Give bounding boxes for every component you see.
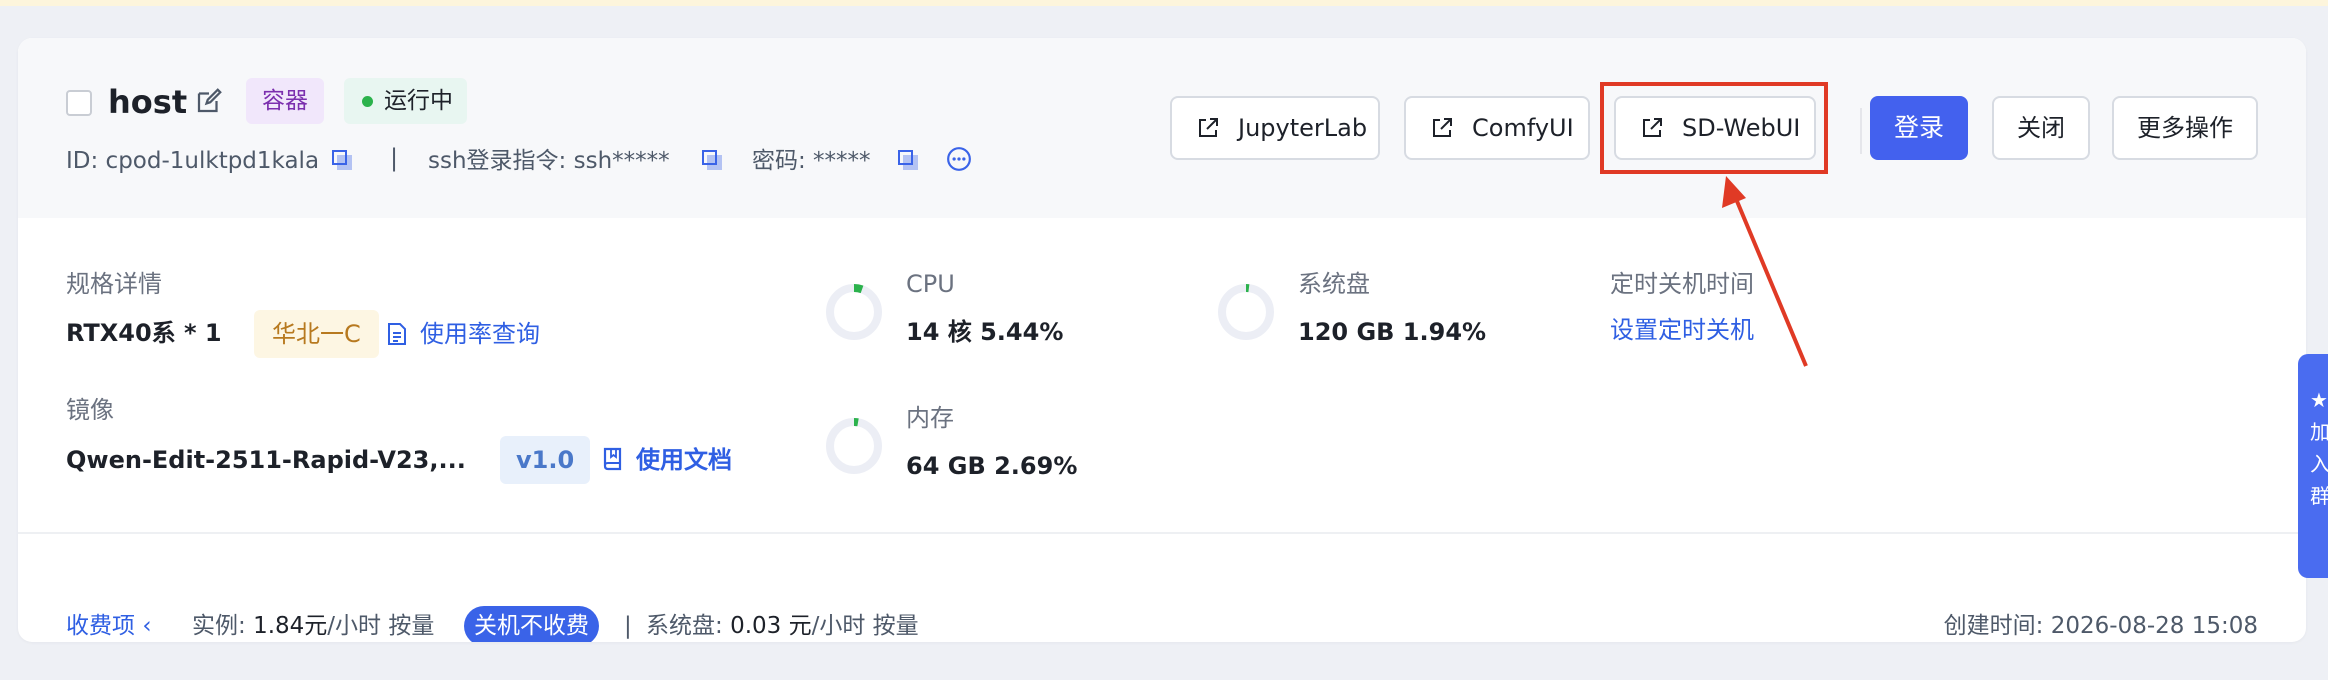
memory-label: 内存	[906, 404, 954, 432]
ssh-command: ssh登录指令: ssh*****	[428, 148, 670, 174]
instance-price-unit: /小时 按量	[327, 613, 435, 639]
billing-label: 收费项	[66, 613, 135, 639]
instance-price-value: 1.84元	[253, 613, 328, 639]
comfyui-label: ComfyUI	[1472, 114, 1574, 142]
image-label: 镜像	[66, 396, 114, 424]
schedule-shutdown-link[interactable]: 设置定时关机	[1610, 314, 1754, 346]
instance-price: 实例: 1.84元/小时 按量	[192, 610, 434, 642]
disk-price-label: 系统盘:	[646, 613, 723, 639]
close-button[interactable]: 关闭	[1992, 96, 2090, 160]
jupyterlab-button[interactable]: JupyterLab	[1170, 96, 1380, 160]
disk-value: 120 GB 1.94%	[1298, 318, 1487, 346]
chevron-left-icon: ‹	[142, 613, 152, 639]
disk-price: 系统盘: 0.03 元/小时 按量	[646, 610, 919, 642]
notice-strip	[0, 0, 2328, 6]
sdwebui-button[interactable]: SD-WebUI	[1614, 96, 1816, 160]
meta-separator: |	[390, 144, 399, 172]
created-time: 创建时间: 2026-08-28 15:08	[1943, 613, 2258, 639]
status-dot	[362, 96, 373, 107]
schedule-label: 定时关机时间	[1610, 270, 1754, 298]
image-value: Qwen-Edit-2511-Rapid-V23,...	[66, 446, 466, 474]
disk-price-unit: /小时 按量	[811, 613, 919, 639]
jupyterlab-label: JupyterLab	[1238, 114, 1368, 142]
more-info-icon[interactable]	[946, 146, 972, 172]
external-link-icon	[1199, 118, 1218, 137]
spec-value: RTX40系 * 1	[66, 319, 222, 347]
select-checkbox[interactable]	[66, 90, 92, 116]
book-icon	[603, 447, 622, 471]
comfyui-button[interactable]: ComfyUI	[1404, 96, 1590, 160]
join-group-label: ★加入群	[2310, 388, 2328, 508]
document-icon	[388, 323, 406, 345]
version-tag: v1.0	[500, 436, 591, 484]
status-text: 运行中	[384, 88, 453, 114]
docs-link[interactable]: 使用文档	[636, 444, 732, 476]
more-actions-button[interactable]: 更多操作	[2112, 96, 2258, 160]
external-link-icon	[1643, 118, 1662, 137]
edit-icon[interactable]	[194, 86, 224, 116]
cpu-value: 14 核 5.44%	[906, 318, 1064, 346]
billing-toggle[interactable]: 收费项 ‹	[66, 610, 152, 642]
instance-name: host	[108, 83, 188, 121]
join-group-tab[interactable]: ★加入群	[2298, 354, 2328, 578]
instance-price-label: 实例:	[192, 613, 246, 639]
usage-query-link[interactable]: 使用率查询	[420, 318, 540, 350]
disk-usage-ring	[1218, 284, 1274, 340]
status-badge: 运行中	[344, 78, 467, 124]
region-tag: 华北一C	[254, 310, 379, 358]
type-tag: 容器	[246, 78, 324, 124]
spec-label: 规格详情	[66, 270, 162, 298]
instance-card: host 容器 运行中 ID: cpod-1ulktpd1kala | ssh登…	[18, 38, 2306, 642]
copy-ssh-icon[interactable]	[700, 148, 724, 172]
toolbar-divider	[1860, 108, 1862, 154]
shutdown-free-badge: 关机不收费	[464, 606, 599, 642]
disk-label: 系统盘	[1298, 270, 1370, 298]
external-link-icon	[1433, 118, 1452, 137]
password-field: 密码: *****	[752, 148, 871, 174]
memory-usage-ring	[826, 418, 882, 474]
copy-password-icon[interactable]	[896, 148, 920, 172]
footer-separator: |	[624, 613, 632, 639]
instance-id: ID: cpod-1ulktpd1kala	[66, 148, 320, 174]
copy-id-icon[interactable]	[330, 148, 354, 172]
cpu-usage-ring	[826, 284, 882, 340]
disk-price-value: 0.03 元	[730, 613, 812, 639]
cpu-label: CPU	[906, 270, 955, 298]
login-button[interactable]: 登录	[1870, 96, 1968, 160]
sdwebui-label: SD-WebUI	[1682, 114, 1801, 142]
memory-value: 64 GB 2.69%	[906, 452, 1078, 480]
footer-divider	[18, 532, 2306, 534]
